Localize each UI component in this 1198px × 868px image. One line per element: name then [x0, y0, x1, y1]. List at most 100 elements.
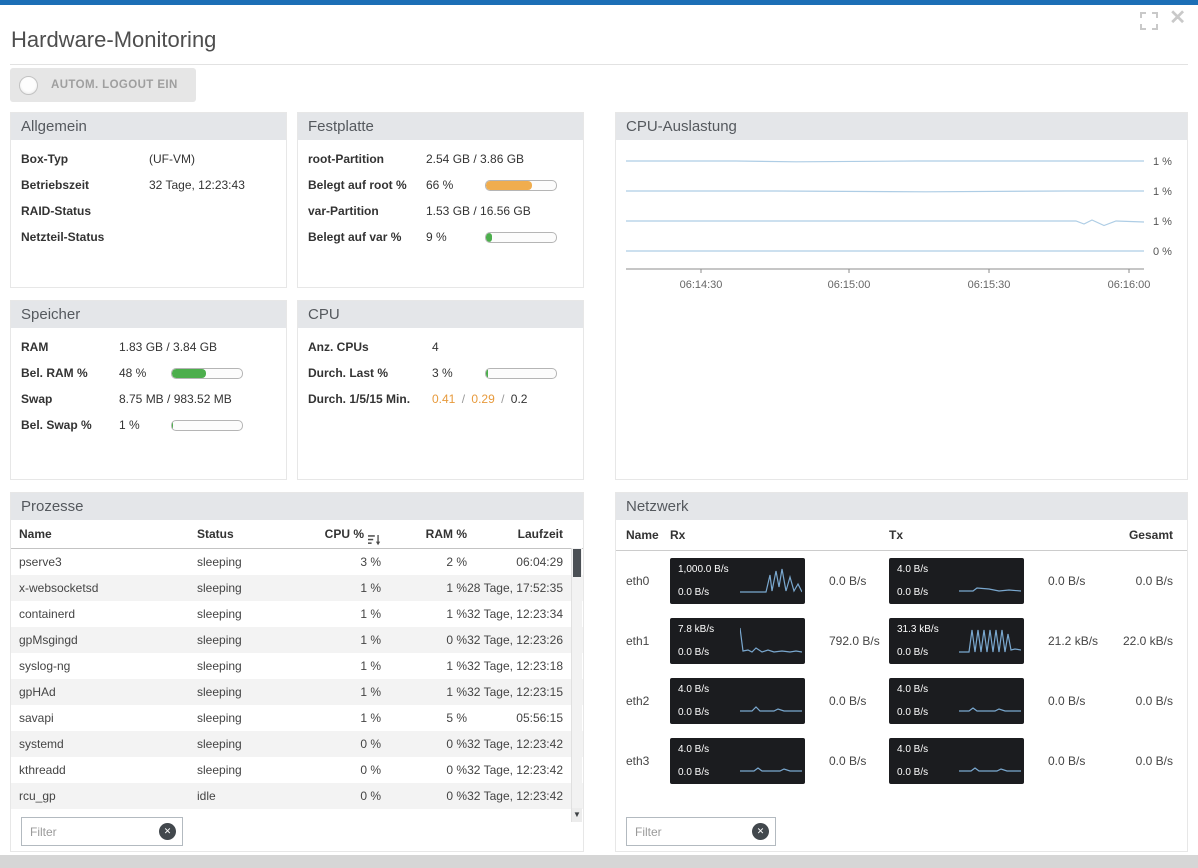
- process-cpu: 1 %: [360, 607, 381, 621]
- tx-sparkline-box: 4.0 B/s 0.0 B/s: [889, 678, 1024, 724]
- process-laufzeit: 32 Tage, 12:23:42: [467, 737, 563, 751]
- process-laufzeit: 32 Tage, 12:23:42: [467, 763, 563, 777]
- process-row: gpHAd sleeping 1 % 1 % 32 Tage, 12:23:15: [11, 679, 583, 705]
- process-row: systemd sleeping 0 % 0 % 32 Tage, 12:23:…: [11, 731, 583, 757]
- column-header-status[interactable]: Status: [197, 520, 297, 548]
- rx-sparkline: [740, 627, 802, 653]
- row-belegt-root: Belegt auf root % 66 %: [298, 172, 583, 198]
- info-value: 32 Tage, 12:23:43: [149, 178, 245, 192]
- column-header-name: Name: [626, 528, 659, 542]
- progress-fill: [486, 368, 489, 378]
- network-filter-input[interactable]: [627, 824, 752, 839]
- process-filter: ✕: [21, 817, 183, 846]
- info-value: 9 %: [426, 230, 447, 244]
- row-swap: Swap 8.75 MB / 983.52 MB: [11, 386, 286, 412]
- x-tick-label: 06:14:30: [680, 279, 723, 291]
- top-accent-bar: [0, 0, 1198, 5]
- process-laufzeit: 32 Tage, 12:23:34: [467, 607, 563, 621]
- column-header-tx: Tx: [889, 528, 904, 542]
- panel-allgemein: Allgemein Box-Typ (UF-VM) Betriebszeit 3…: [10, 112, 287, 288]
- row-ram: RAM 1.83 GB / 3.84 GB: [11, 334, 286, 360]
- process-ram: 1 %: [446, 581, 467, 595]
- load-15min: 0.2: [510, 392, 528, 406]
- rx-min-value: 0.0 B/s: [678, 587, 710, 598]
- column-header-gesamt: Gesamt: [1128, 528, 1173, 542]
- info-label: RAM: [21, 340, 49, 354]
- column-header-ram[interactable]: RAM %: [381, 520, 467, 548]
- network-row-eth0: eth0 1,000.0 B/s 0.0 B/s 0.0 B/s 4.0 B/s…: [616, 551, 1187, 611]
- row-root-partition: root-Partition 2.54 GB / 3.86 GB: [298, 146, 583, 172]
- row-anz-cpus: Anz. CPUs 4: [298, 334, 583, 360]
- header-divider: [10, 64, 1188, 65]
- process-cpu: 1 %: [360, 633, 381, 647]
- interface-name: eth3: [626, 754, 650, 768]
- interface-name: eth2: [626, 694, 650, 708]
- info-value: (UF-VM): [149, 152, 195, 166]
- row-var-partition: var-Partition 1.53 GB / 16.56 GB: [298, 198, 583, 224]
- info-label: RAID-Status: [21, 204, 92, 218]
- scrollbar-thumb[interactable]: [573, 549, 581, 577]
- process-name: systemd: [19, 737, 64, 751]
- process-cpu: 0 %: [360, 789, 381, 803]
- info-value: 1.53 GB / 16.56 GB: [426, 204, 531, 218]
- clear-filter-icon[interactable]: ✕: [752, 823, 769, 840]
- y-axis-label: 1 %: [1153, 156, 1172, 168]
- rx-rate: 0.0 B/s: [829, 694, 867, 708]
- panel-allgemein-title: Allgemein: [11, 113, 286, 140]
- progress-bar: [171, 419, 243, 431]
- process-row: containerd sleeping 1 % 1 % 32 Tage, 12:…: [11, 601, 583, 627]
- hardware-monitoring-dialog: ✕ Hardware-Monitoring AUTOM. LOGOUT EIN …: [0, 0, 1198, 868]
- panel-cpu: CPU Anz. CPUs 4 Durch. Last % 3 % Durch.…: [297, 300, 584, 480]
- process-laufzeit: 32 Tage, 12:23:18: [467, 659, 563, 673]
- scrollbar-down-arrow-icon[interactable]: ▼: [572, 808, 582, 822]
- row-belegt-var: Belegt auf var % 9 %: [298, 224, 583, 250]
- process-laufzeit: 06:04:29: [516, 555, 563, 569]
- row-betriebszeit: Betriebszeit 32 Tage, 12:23:43: [11, 172, 286, 198]
- row-netzteil-status: Netzteil-Status: [11, 224, 286, 250]
- rx-min-value: 0.0 B/s: [678, 647, 710, 658]
- info-label: Bel. Swap %: [21, 418, 92, 432]
- gesamt-value: 0.0 B/s: [1135, 574, 1173, 588]
- panel-netzwerk: Netzwerk Name Rx Tx Gesamt eth0 1,000.0 …: [615, 492, 1188, 852]
- rx-rate: 0.0 B/s: [829, 574, 867, 588]
- info-label: var-Partition: [308, 204, 379, 218]
- process-status: sleeping: [197, 581, 242, 595]
- tx-min-value: 0.0 B/s: [897, 647, 929, 658]
- process-name: gpHAd: [19, 685, 56, 699]
- process-cpu: 3 %: [360, 555, 381, 569]
- process-table-scrollbar[interactable]: ▼: [571, 548, 582, 822]
- autologout-toggle[interactable]: AUTOM. LOGOUT EIN: [10, 68, 196, 102]
- cpu-usage-line-chart: 06:14:30 06:15:00 06:15:30 06:16:00 1 % …: [626, 156, 1172, 291]
- tx-sparkline: [959, 767, 1021, 772]
- rx-min-value: 0.0 B/s: [678, 707, 710, 718]
- close-icon[interactable]: ✕: [1169, 8, 1186, 28]
- panel-cpu-auslastung: CPU-Auslastung 06:14:30 06:15:00 06:15:3…: [615, 112, 1188, 480]
- process-name: pserve3: [19, 555, 62, 569]
- progress-bar: [171, 367, 243, 379]
- process-row: pserve3 sleeping 3 % 2 % 06:04:29: [11, 549, 583, 575]
- info-value: 1.83 GB / 3.84 GB: [119, 340, 218, 354]
- tx-min-value: 0.0 B/s: [897, 767, 929, 778]
- fullscreen-icon[interactable]: [1140, 12, 1158, 30]
- tx-max-value: 31.3 kB/s: [897, 624, 939, 635]
- progress-fill: [172, 420, 173, 430]
- tx-rate: 21.2 kB/s: [1048, 634, 1099, 648]
- process-row: savapi sleeping 1 % 5 % 05:56:15: [11, 705, 583, 731]
- process-filter-input[interactable]: [22, 824, 159, 839]
- column-header-laufzeit[interactable]: Laufzeit: [467, 520, 583, 548]
- process-row: rcu_gp idle 0 % 0 % 32 Tage, 12:23:42: [11, 783, 583, 809]
- sort-descending-icon[interactable]: [368, 528, 381, 546]
- column-header-name[interactable]: Name: [11, 520, 197, 548]
- info-label: Swap: [21, 392, 53, 406]
- load-separator: /: [501, 392, 505, 406]
- column-header-cpu[interactable]: CPU %: [297, 520, 381, 548]
- tx-sparkline: [959, 629, 1021, 653]
- tx-max-value: 4.0 B/s: [897, 744, 929, 755]
- process-cpu: 1 %: [360, 685, 381, 699]
- info-label: Box-Typ: [21, 152, 69, 166]
- load-5min: 0.29: [471, 392, 495, 406]
- clear-filter-icon[interactable]: ✕: [159, 823, 176, 840]
- process-ram: 1 %: [446, 685, 467, 699]
- network-table-header: Name Rx Tx Gesamt: [616, 520, 1187, 551]
- info-value: 2.54 GB / 3.86 GB: [426, 152, 525, 166]
